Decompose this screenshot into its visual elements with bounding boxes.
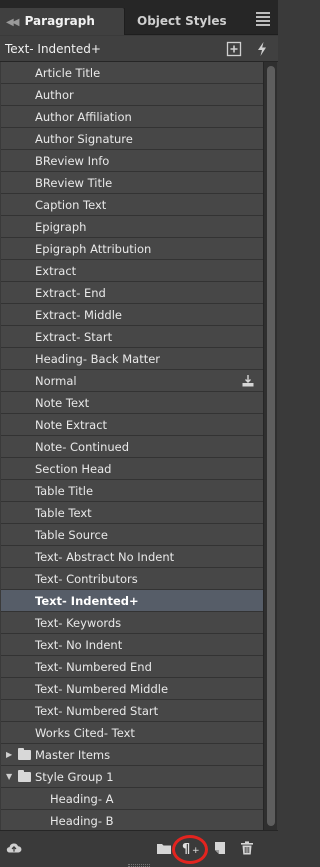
style-item[interactable]: Extract- End [1,282,263,304]
add-box-icon[interactable] [226,41,242,57]
style-item[interactable]: Table Text [1,502,263,524]
panel-tab-bar: ◀◀ Paragraph Styles Object Styles [0,0,278,56]
style-item[interactable]: Author Affiliation [1,106,263,128]
style-item[interactable]: Text- Contributors [1,568,263,590]
style-item[interactable]: Text- Numbered End [1,656,263,678]
style-item-label: Heading- Back Matter [35,352,161,366]
style-item-label: Article Title [35,66,101,80]
hamburger-menu-icon[interactable] [256,12,270,28]
style-item-label: Text- Numbered End [35,660,152,674]
lightning-icon[interactable] [254,41,270,57]
style-item[interactable]: Caption Text [1,194,263,216]
scrollbar[interactable] [263,62,277,830]
style-item[interactable]: Author Signature [1,128,263,150]
tab-object-styles-label: Object Styles [137,14,227,28]
style-item[interactable]: Text- Indented+ [1,590,263,612]
style-item-label: Extract- Middle [35,308,122,322]
folder-icon [18,748,31,760]
style-item[interactable]: Heading- Back Matter [1,348,263,370]
style-item[interactable]: Author [1,84,263,106]
style-item-label: Text- Numbered Start [35,704,159,718]
style-item-label: Note Extract [35,418,108,432]
style-item[interactable]: Table Title [1,480,263,502]
style-item-label: BReview Info [35,154,110,168]
style-item[interactable]: Normal [1,370,263,392]
style-item-label: Extract [35,264,77,278]
style-item[interactable]: Works Cited- Text [1,722,263,744]
style-item-label: Extract- End [35,286,106,300]
style-item[interactable]: BReview Info [1,150,263,172]
style-item-label: Section Head [35,462,112,476]
style-item-label: Table Source [35,528,108,542]
style-item-label: Epigraph Attribution [35,242,152,256]
style-item-label: Text- Indented+ [35,594,139,608]
style-item[interactable]: Note Text [1,392,263,414]
tab-object-styles[interactable]: Object Styles [124,8,250,35]
style-item[interactable]: Text- No Indent [1,634,263,656]
style-item[interactable]: Text- Abstract No Indent [1,546,263,568]
folder-icon[interactable] [155,839,173,857]
style-item-label: Text- No Indent [35,638,123,652]
style-item[interactable]: Epigraph [1,216,263,238]
style-item[interactable]: Text- Numbered Start [1,700,263,722]
new-page-icon[interactable] [211,839,229,857]
style-item[interactable]: Section Head [1,458,263,480]
load-icon[interactable] [241,374,255,388]
style-item[interactable]: Heading- B [1,810,263,830]
style-item[interactable]: Article Title [1,62,263,84]
style-item[interactable]: Text- Numbered Middle [1,678,263,700]
current-style-name: Text- Indented+ [5,42,101,56]
style-item[interactable]: Extract [1,260,263,282]
style-item-label: Note- Continued [35,440,130,454]
folder-icon [18,770,31,782]
style-item-label: Author Signature [35,132,133,146]
style-item-label: Heading- A [50,792,114,806]
style-item-label: Table Text [35,506,92,520]
scrollbar-thumb[interactable] [267,66,275,826]
style-item-label: Note Text [35,396,90,410]
tab-paragraph-styles[interactable]: ◀◀ Paragraph Styles [0,8,124,56]
style-group[interactable]: Style Group 1 ▼ [1,766,263,788]
svg-text:¶: ¶ [182,842,190,857]
panel-footer: ¶ + [0,830,278,867]
style-item-label: Works Cited- Text [35,726,135,740]
style-group-label: Style Group 1 [35,770,114,784]
trash-icon[interactable] [238,839,256,857]
style-item-label: Text- Contributors [35,572,138,586]
style-item-label: Author [35,88,74,102]
style-item[interactable]: Note Extract [1,414,263,436]
style-item-label: Heading- B [50,814,114,828]
style-item[interactable]: Note- Continued [1,436,263,458]
style-item-label: Extract- Start [35,330,113,344]
pilcrow-clear-icon[interactable]: ¶ + [181,839,201,857]
style-item-label: Text- Abstract No Indent [35,550,175,564]
style-item-label: Epigraph [35,220,87,234]
style-item[interactable]: Extract- Middle [1,304,263,326]
style-item[interactable]: Extract- Start [1,326,263,348]
style-group[interactable]: Master Items ▶ [1,744,263,766]
style-item[interactable]: Text- Keywords [1,612,263,634]
collapse-arrows-icon[interactable]: ◀◀ [6,17,19,28]
expand-down-icon[interactable]: ▼ [6,766,12,788]
style-item-label: BReview Title [35,176,113,190]
style-item[interactable]: Table Source [1,524,263,546]
expand-right-icon[interactable]: ▶ [6,744,12,766]
style-item-label: Caption Text [35,198,107,212]
style-item-label: Author Affiliation [35,110,132,124]
style-item[interactable]: Heading- A [1,788,263,810]
style-item-label: Table Title [35,484,94,498]
svg-text:+: + [192,846,200,856]
style-item[interactable]: Epigraph Attribution [1,238,263,260]
paragraph-styles-list: Article Title Author Author Affiliation Aut… [1,62,263,830]
cloud-icon[interactable] [5,839,23,857]
style-item-label: Text- Numbered Middle [35,682,169,696]
current-style-header: Text- Indented+ [0,36,278,62]
style-group-label: Master Items [35,748,111,762]
style-item-label: Text- Keywords [35,616,122,630]
style-item-label: Normal [35,374,77,388]
style-item[interactable]: BReview Title [1,172,263,194]
